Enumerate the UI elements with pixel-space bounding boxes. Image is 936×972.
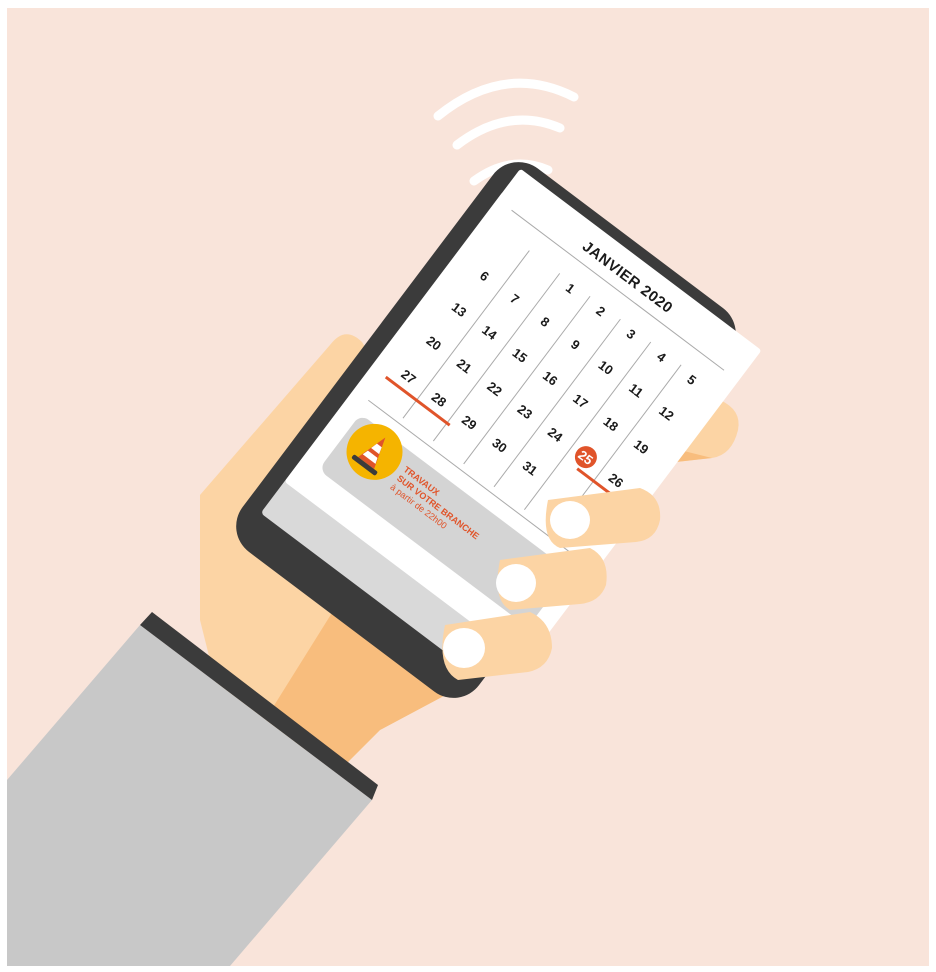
day-cell[interactable]: 11 (617, 374, 655, 408)
day-cell[interactable]: 1 (552, 271, 590, 305)
day-cell[interactable]: 19 (622, 430, 660, 464)
day-cell[interactable]: 26 (597, 464, 635, 498)
notification-subtitle: SUR VOTRE BRANCHE (395, 473, 481, 542)
day-cell[interactable]: 6 (466, 259, 504, 293)
day-cell[interactable]: 8 (526, 305, 564, 339)
day-cell[interactable]: 2 (582, 294, 620, 328)
day-cell[interactable]: 16 (531, 361, 569, 395)
day-cell[interactable]: 13 (440, 293, 478, 327)
day-cell[interactable]: 4 (643, 340, 681, 374)
illustration: JANVIER 2020 1 2 3 4 5 6 7 8 9 10 11 12 … (0, 0, 936, 972)
day-cell[interactable]: 20 (415, 326, 453, 360)
day-cell[interactable]: 12 (648, 397, 686, 431)
day-cell[interactable]: 14 (471, 316, 509, 350)
day-cell[interactable]: 17 (562, 384, 600, 418)
day-cell[interactable]: 7 (496, 282, 534, 316)
day-cell[interactable]: 21 (445, 349, 483, 383)
day-cell[interactable]: 30 (481, 429, 519, 463)
day-cell[interactable]: 31 (511, 451, 549, 485)
day-cell[interactable]: 18 (592, 407, 630, 441)
day-cell[interactable]: 10 (587, 351, 625, 385)
day-cell[interactable]: 22 (476, 372, 514, 406)
day-cell[interactable]: 27 (390, 360, 428, 394)
day-cell[interactable]: 29 (450, 406, 488, 440)
day-cell[interactable]: 5 (673, 363, 711, 397)
day-cell[interactable]: 15 (501, 339, 539, 373)
day-cell[interactable]: 9 (557, 328, 595, 362)
day-cell[interactable]: 28 (420, 383, 458, 417)
day-cell[interactable]: 3 (612, 317, 650, 351)
day-cell[interactable]: 23 (506, 395, 544, 429)
day-cell[interactable]: 24 (536, 418, 574, 452)
